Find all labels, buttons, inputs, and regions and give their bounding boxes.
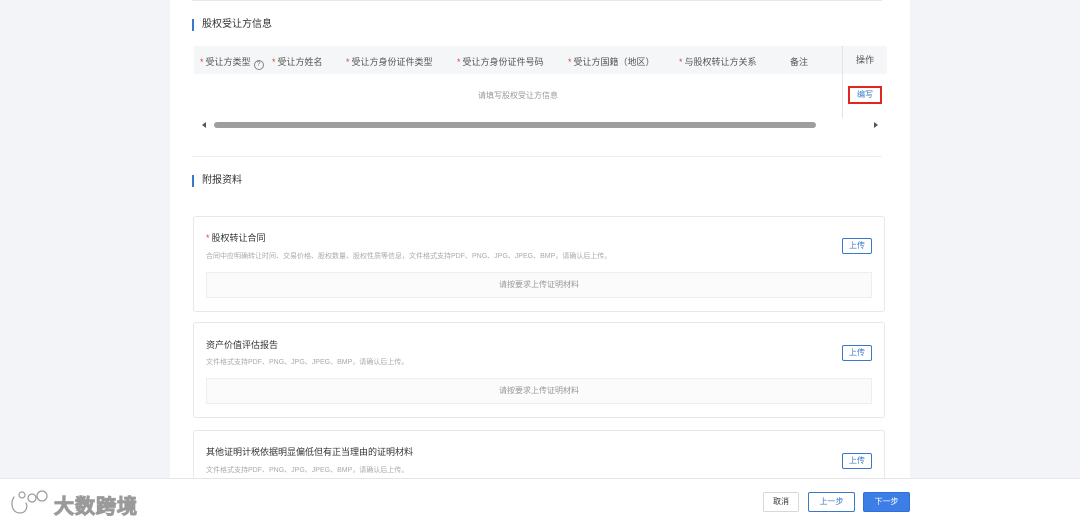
transferee-section-title: 股权受让方信息 (192, 19, 272, 31)
next-step-button[interactable]: 下一步 (863, 492, 910, 512)
scroll-right-arrow-icon[interactable] (874, 122, 878, 128)
card-title: 其他证明计税依据明显偏低但有正当理由的证明材料 (206, 447, 414, 457)
attachment-card-valuation: 资产价值评估报告 文件格式支持PDF、PNG、JPG、JPEG、BMP，请确认后… (193, 322, 885, 418)
transferee-table: * 受让方类型? * 受让方姓名 * 受让方身份证件类型 * 受让方身份证件号码 * 受让… (194, 46, 887, 134)
card-title: * 股权转让合同 (206, 233, 266, 243)
attachment-card-other-proof: 其他证明计税依据明显偏低但有正当理由的证明材料 文件格式支持PDF、PNG、JP… (193, 430, 885, 478)
upload-button[interactable]: 上传 (842, 453, 872, 469)
form-panel: 股权受让方信息 * 受让方类型? * 受让方姓名 * 受让方身份证件类型 * 受让方身份… (170, 0, 910, 478)
upload-button[interactable]: 上传 (842, 238, 872, 254)
upload-dropzone[interactable]: 请按要求上传证明材料 (206, 378, 872, 404)
fill-button[interactable]: 编写 (848, 86, 882, 104)
table-empty-text: 请填写股权受让方信息 (478, 91, 558, 100)
watermark: 大数跨境 (8, 488, 138, 520)
column-header-remarks: 备注 (790, 57, 809, 67)
operation-column: 操作 编写 (842, 46, 887, 118)
attachment-card-contract: * 股权转让合同 合同中应明确转让时间、交易价格、股权数量、股权性质等信息，文件格… (193, 216, 885, 312)
column-header-id-type: * 受让方身份证件类型 (346, 57, 433, 67)
card-description: 文件格式支持PDF、PNG、JPG、JPEG、BMP，请确认后上传。 (206, 359, 409, 366)
help-icon[interactable]: ? (253, 60, 264, 70)
horizontal-scrollbar[interactable] (194, 120, 886, 130)
section-divider (192, 156, 882, 157)
column-header-id-number: * 受让方身份证件号码 (457, 57, 544, 67)
table-header: * 受让方类型? * 受让方姓名 * 受让方身份证件类型 * 受让方身份证件号码 * 受让… (194, 46, 886, 74)
column-header-transferee-name: * 受让方姓名 (272, 57, 323, 67)
upload-button[interactable]: 上传 (842, 345, 872, 361)
column-header-nationality: * 受让方国籍（地区） (568, 57, 655, 67)
card-title: 资产价值评估报告 (206, 340, 279, 350)
cancel-button[interactable]: 取消 (763, 492, 799, 512)
card-description: 合同中应明确转让时间、交易价格、股权数量、股权性质等信息，文件格式支持PDF、P… (206, 253, 612, 260)
watermark-logo-icon (10, 490, 48, 516)
previous-step-button[interactable]: 上一步 (808, 492, 855, 512)
top-divider (192, 0, 882, 1)
card-description: 文件格式支持PDF、PNG、JPG、JPEG、BMP，请确认后上传。 (206, 467, 409, 474)
column-header-operation: 操作 (843, 46, 887, 74)
watermark-text: 大数跨境 (54, 493, 138, 518)
column-header-relationship: * 与股权转让方关系 (679, 57, 757, 67)
attachments-section-title: 附报资料 (192, 175, 242, 187)
upload-dropzone[interactable]: 请按要求上传证明材料 (206, 272, 872, 298)
footer-bar: 取消 上一步 下一步 (0, 478, 1080, 524)
column-header-transferee-type: * 受让方类型? (200, 55, 264, 70)
scrollbar-thumb[interactable] (214, 122, 816, 128)
scroll-left-arrow-icon[interactable] (202, 122, 206, 128)
